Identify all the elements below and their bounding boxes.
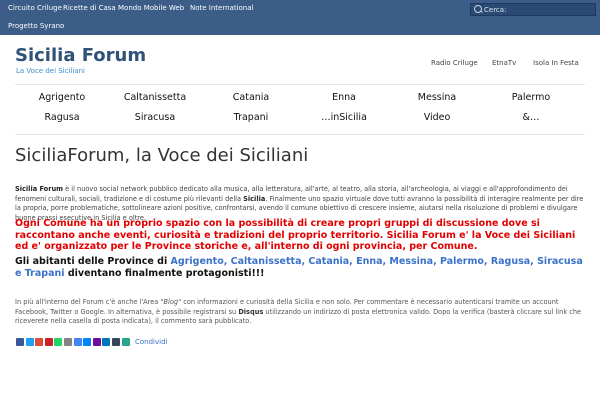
- provinces-paragraph: Gli abitanti delle Province di Agrigento…: [15, 256, 583, 279]
- intro-bold-sicilia: Sicilia: [243, 194, 266, 203]
- site-title[interactable]: Sicilia Forum: [15, 44, 146, 68]
- nav-item-trapani[interactable]: Trapani: [234, 112, 269, 123]
- secondary-link-isola-in-festa[interactable]: Isola In Festa: [533, 59, 579, 67]
- nav-item-video[interactable]: Video: [424, 112, 451, 123]
- blog-paragraph: In più all'interno del Forum c'è anche l…: [15, 298, 582, 325]
- nav-item-more[interactable]: &…: [523, 112, 540, 123]
- nav-item-ragusa[interactable]: Ragusa: [44, 112, 79, 123]
- nav-item-messina[interactable]: Messina: [418, 92, 456, 103]
- nav-item-caltanissetta[interactable]: Caltanissetta: [124, 92, 186, 103]
- page-title: SiciliaForum, la Voce dei Siciliani: [15, 145, 309, 166]
- topbar-link-circuito-criluge[interactable]: Circuito Criluge: [8, 4, 62, 13]
- header-divider: [15, 84, 585, 85]
- facebook-icon[interactable]: [16, 338, 24, 346]
- topbar-link-note-international[interactable]: Note International: [190, 4, 253, 13]
- search-input[interactable]: [484, 4, 592, 15]
- top-bar: Circuito Criluge Ricette di Casa Mondo M…: [0, 0, 600, 35]
- yahoo-icon[interactable]: [92, 338, 101, 346]
- search-icon: [474, 5, 482, 13]
- nav-item-agrigento[interactable]: Agrigento: [39, 92, 86, 103]
- topbar-link-ricette-di-casa[interactable]: Ricette di Casa: [63, 4, 116, 13]
- pinterest-icon[interactable]: [44, 338, 53, 346]
- google-icon[interactable]: [73, 338, 82, 346]
- messenger-icon[interactable]: [83, 338, 92, 346]
- secondary-link-radio-criluge[interactable]: Radio Criluge: [431, 59, 478, 67]
- google-plus-icon[interactable]: [35, 338, 44, 346]
- nav-item-palermo[interactable]: Palermo: [512, 92, 550, 103]
- blog-area-label: Blog: [163, 298, 179, 306]
- intro-bold-brand: Sicilia Forum: [15, 185, 64, 193]
- twitter-icon[interactable]: [25, 338, 34, 346]
- secondary-link-etnatv[interactable]: EtnaTv: [492, 59, 516, 67]
- nav-item-catania[interactable]: Catania: [233, 92, 269, 103]
- tumblr-icon[interactable]: [112, 338, 120, 346]
- linkedin-icon[interactable]: [102, 338, 111, 346]
- email-icon[interactable]: [64, 338, 72, 346]
- site-tagline: La Voce dei Siciliani: [16, 67, 85, 75]
- disqus-label: Disqus: [238, 307, 264, 316]
- communes-paragraph: Ogni Comune ha un proprio spazio con la …: [15, 218, 576, 252]
- nav-item-insicilia[interactable]: …inSicilia: [321, 112, 367, 123]
- nav-divider: [15, 134, 585, 135]
- search-box[interactable]: [470, 3, 596, 16]
- nav-item-enna[interactable]: Enna: [332, 92, 356, 103]
- topbar-link-mondo-mobile-web[interactable]: Mondo Mobile Web: [118, 4, 184, 13]
- share-label[interactable]: Condividi: [135, 338, 167, 347]
- nav-item-siracusa[interactable]: Siracusa: [135, 112, 175, 123]
- topbar-link-progetto-syrano[interactable]: Progetto Syrano: [8, 22, 64, 31]
- whatsapp-icon[interactable]: [54, 338, 63, 346]
- share-plus-icon[interactable]: [121, 338, 130, 346]
